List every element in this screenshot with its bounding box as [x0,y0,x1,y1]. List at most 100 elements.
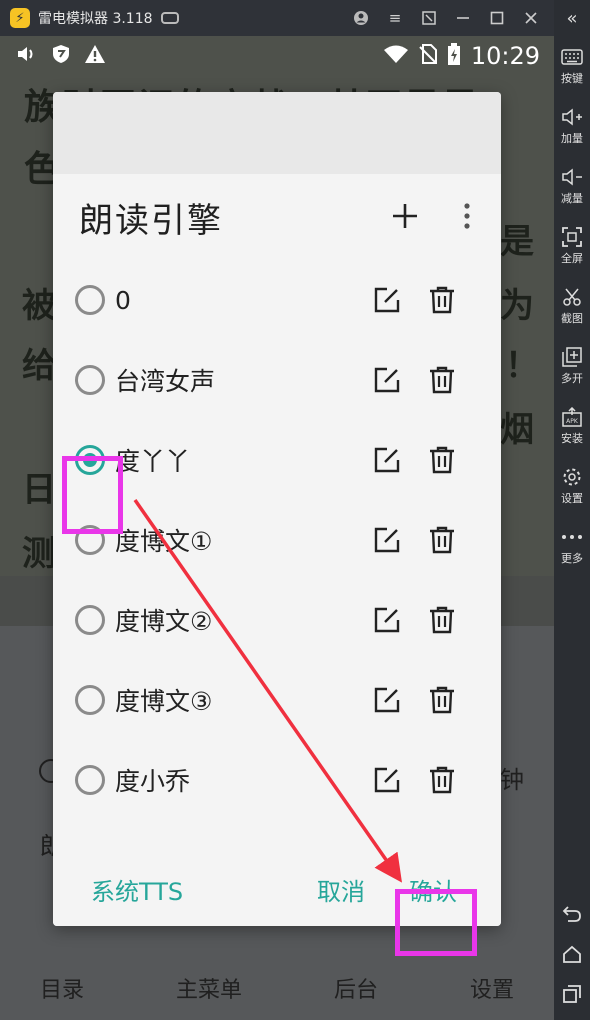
sidebar-label: 减量 [561,192,583,205]
radio-unchecked-icon[interactable] [75,685,105,715]
warning-icon [84,44,106,68]
engine-list-item[interactable]: 0 [53,260,501,340]
sidebar-label: 更多 [561,552,583,565]
menu-item-background[interactable]: 后台 [334,972,378,1004]
engine-list-item[interactable]: 度博文② [53,580,501,660]
engine-list-item[interactable]: 度小娇 [53,820,501,840]
highlight-confirm-button [395,889,477,956]
engine-name: 度小乔 [115,767,191,796]
engine-name: 度博文① [115,527,213,556]
sound-icon [16,44,38,68]
sidebar-item-more[interactable]: 更多 [554,516,590,576]
radio-unchecked-icon[interactable] [75,765,105,795]
recent-apps-icon[interactable] [554,974,590,1014]
engine-name: 度博文② [115,607,213,636]
edit-icon[interactable] [373,526,401,554]
sidebar-item-keys[interactable]: 按键 [554,36,590,96]
keyboard-icon [561,46,583,68]
account-icon[interactable] [344,0,378,36]
reader-bottom-menu: 目录 主菜单 后台 设置 [0,972,554,1004]
edit-icon[interactable] [373,606,401,634]
shield-icon [52,44,70,68]
menu-icon[interactable]: ≡ [378,0,412,36]
cancel-button[interactable]: 取消 [317,872,365,907]
reader-text-fragment: 测 [22,534,56,574]
status-bar: 10:29 [0,36,554,76]
engine-name: 台湾女声 [115,367,216,396]
restore-window-icon[interactable] [412,0,446,36]
sidebar-label: 截图 [561,312,583,325]
trash-icon[interactable] [429,366,455,394]
dialog-title: 朗读引擎 [79,200,223,241]
edit-icon[interactable] [373,766,401,794]
radio-unchecked-icon[interactable] [75,365,105,395]
more-options-button[interactable] [453,196,481,236]
home-icon[interactable] [554,934,590,974]
plus-icon [393,204,417,228]
dialog-toolbar-band [53,92,501,174]
menu-item-catalog[interactable]: 目录 [40,972,84,1004]
more-dots-icon [561,526,583,548]
sidebar-item-settings[interactable]: 设置 [554,456,590,516]
trash-icon[interactable] [429,686,455,714]
wifi-icon [383,44,409,68]
sidebar-label: 设置 [561,492,583,505]
sidebar-item-volume-up[interactable]: 加量 [554,96,590,156]
reader-text-fragment: 为 [500,286,534,326]
status-clock: 10:29 [470,42,540,70]
sidebar-item-multi[interactable]: 多开 [554,336,590,396]
gamepad-icon[interactable] [160,12,179,24]
trash-icon[interactable] [429,446,455,474]
sidebar-item-fullscreen[interactable]: 全屏 [554,216,590,276]
engine-list-item[interactable]: 度小乔 [53,740,501,820]
back-icon[interactable] [554,894,590,934]
menu-item-main-menu[interactable]: 主菜单 [176,972,242,1004]
engine-list-item[interactable]: 台湾女声 [53,340,501,420]
menu-item-settings[interactable]: 设置 [470,972,514,1004]
trash-icon[interactable] [429,766,455,794]
minimize-icon[interactable] [446,0,480,36]
edit-icon[interactable] [373,286,401,314]
engine-name: 0 [115,285,131,315]
more-vert-icon [464,203,470,229]
gear-icon [561,466,583,488]
sidebar-item-screenshot[interactable]: 截图 [554,276,590,336]
add-engine-button[interactable] [385,196,425,236]
engine-name: 度博文③ [115,687,213,716]
reader-text-fragment: 被 [22,286,56,326]
system-tts-button[interactable]: 系统TTS [91,872,183,907]
emulator-logo-icon: ⚡ [10,8,30,28]
reader-text-fragment: 给 [22,346,56,386]
no-sim-icon [419,44,437,68]
sidebar-label: 安装 [561,432,583,445]
sidebar-item-install[interactable]: APK 安装 [554,396,590,456]
reader-text-fragment: ！ [505,346,539,386]
edit-icon[interactable] [373,446,401,474]
edit-icon[interactable] [373,366,401,394]
close-icon[interactable] [514,0,548,36]
sidebar-label: 按键 [561,72,583,85]
scissors-icon [561,286,583,308]
volume-up-icon [561,106,583,128]
sidebar-item-volume-down[interactable]: 减量 [554,156,590,216]
dialog-header: 朗读引擎 [53,174,501,260]
radio-unchecked-icon[interactable] [75,605,105,635]
trash-icon[interactable] [429,526,455,554]
emulator-sidebar: « 按键 加量 减量 全屏 截图 多开 APK 安装 设置 更多 [554,0,590,1020]
emulator-titlebar: ⚡ 雷电模拟器 3.118 ≡ [0,0,554,36]
edit-icon[interactable] [373,686,401,714]
collapse-sidebar-icon[interactable]: « [554,0,590,36]
radio-unchecked-icon[interactable] [75,285,105,315]
engine-list-item[interactable]: 度博文③ [53,660,501,740]
reader-text-fragment: 是 [500,222,534,262]
volume-down-icon [561,166,583,188]
sidebar-label: 加量 [561,132,583,145]
trash-icon[interactable] [429,606,455,634]
svg-text:APK: APK [566,418,579,425]
menu-fragment: 钟 [500,766,524,794]
reader-text-fragment: 日 [22,470,56,510]
sidebar-label: 多开 [561,372,583,385]
trash-icon[interactable] [429,286,455,314]
maximize-icon[interactable] [480,0,514,36]
highlight-selected-radio [62,456,123,534]
